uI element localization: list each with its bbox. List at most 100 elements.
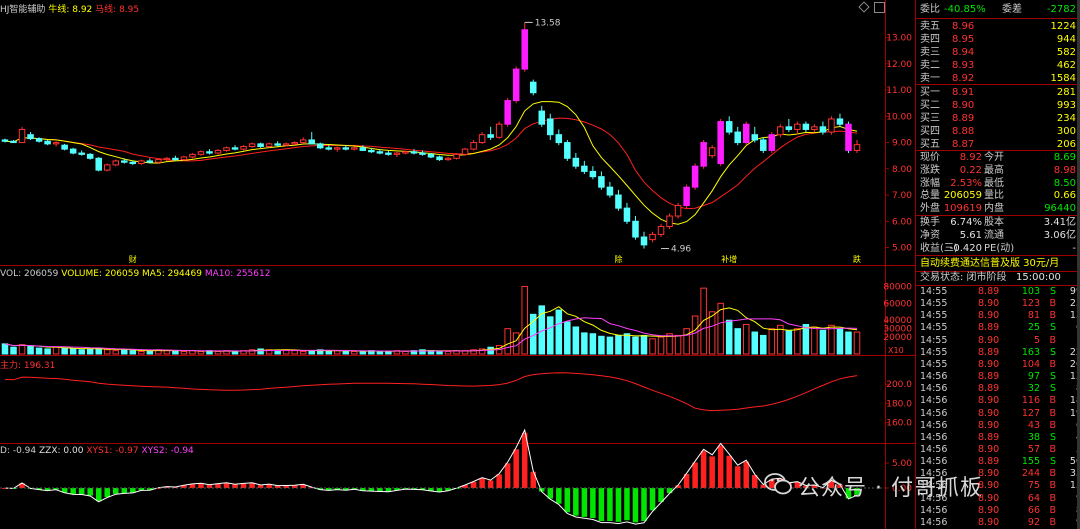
candle-body [231,147,239,150]
osc-bar [198,483,204,488]
tick-row: 14:568.8932S8 [920,383,1080,395]
stat-row: 涨跌 0.22 最高 8.98 [920,164,1076,177]
candle-body [623,207,631,222]
bid-row[interactable]: 买四 8.88 300 [920,125,1076,138]
tick-row: 14:568.9066B8 [920,505,1080,517]
bid-label: 买二 [920,100,940,111]
tick-side: S [1049,383,1056,395]
candle-body [214,149,222,154]
tick-volume: 75 [1027,480,1040,492]
candle-body [751,134,759,141]
candle-body [172,157,179,161]
xys1-value: XYS1: -0.97 [86,446,139,456]
stat-value: 206059 [943,190,982,202]
y-tick-label: 40000 [883,316,912,326]
y-tick-label: 10.00 [886,112,912,122]
candle-body [334,147,341,150]
tick-time: 14:56 [920,456,948,468]
candle-body [44,140,51,145]
tick-side: S [1049,431,1056,443]
volume-bar [742,323,750,355]
tick-time: 14:56 [920,395,948,407]
tick-side: S [1049,456,1056,468]
stat-value: 8.69 [1053,152,1076,163]
tick-price: 8.90 [978,516,1000,528]
tick-time: 14:56 [920,504,948,516]
volume-bar [828,324,835,355]
candle-body [197,151,205,155]
tick-time: 14:56 [920,443,948,455]
bid-row[interactable]: 买一 8.91 281 [920,86,1076,99]
tick-volume: 32 [1027,383,1040,395]
osc-bar [692,462,698,488]
candle-body [129,161,137,165]
bid-row[interactable]: 买二 8.90 993 [920,99,1076,112]
candle-body [564,142,571,159]
tick-time: 14:55 [920,310,948,322]
y-tick-label: 60000 [883,299,912,309]
candle-body [777,126,784,136]
candle-body [10,140,17,144]
candle-body [461,148,469,155]
candle-body [163,157,171,161]
tick-side: S [1049,371,1056,383]
osc-bar [709,456,715,488]
tick-volume: 66 [1027,504,1040,516]
ma10-value: MA10: 255612 [204,269,271,279]
tick-price: 8.90 [978,334,1000,346]
fund-value: -0.420 [949,243,982,254]
candle-body [598,176,605,188]
tick-volume: 64 [1027,492,1040,504]
stat-row: 总量 206059 量比 0.66 [920,189,1076,202]
stat-value: 0.22 [959,164,982,176]
tick-time: 14:56 [920,383,948,395]
ask-row[interactable]: 卖五 8.96 1224 [920,20,1076,33]
tick-price: 8.90 [978,358,1000,370]
candle-body [146,160,154,163]
osc-bar [556,488,562,504]
osc-bar [590,488,596,518]
candle-body [615,194,622,209]
volume-bar [564,321,571,355]
volume-bar [376,350,384,355]
candle-body [487,134,494,138]
bid-price: 8.90 [952,100,975,111]
candle-body [138,160,145,165]
tick-price: 8.90 [978,492,1000,504]
tick-time: 14:55 [920,346,948,358]
ask-row[interactable]: 卖四 8.95 944 [920,33,1076,46]
volume-bar [35,347,43,355]
fund-value: - [1072,243,1076,254]
volume-bar [623,333,631,355]
tick-side: B [1049,298,1056,310]
price-annotation: 13.58 [535,18,561,28]
candle-body [734,131,741,144]
volume-bar [274,350,281,355]
tick-volume: 92 [1027,516,1040,528]
stat-label: 外盘 [920,203,940,215]
osc-bar [615,488,622,522]
candle-body [717,121,724,165]
volume-bar [606,336,614,355]
candle-body [444,157,452,161]
candle-body [853,144,861,151]
candle-body [768,134,776,151]
fund-label: 换手 [920,217,940,228]
candle-body [649,233,656,241]
volume-bar [86,348,94,355]
osc-bar [607,488,613,521]
tick-time: 14:56 [920,431,948,443]
candle-body [836,118,844,125]
ask-row[interactable]: 卖三 8.94 582 [920,46,1076,59]
indicator-name: HJ智能辅助 [0,5,46,15]
tick-volume: 103 [1021,286,1040,297]
ask-volume: 582 [1056,47,1076,58]
volume-bar [103,349,111,355]
candle-body [206,151,213,154]
candle-body [180,156,188,161]
bid-row[interactable]: 买三 8.89 234 [920,112,1076,125]
window-square-icon[interactable] [874,2,885,13]
promo-link[interactable]: 自动续费通达信普及版 30元/月 [920,257,1076,270]
tick-time: 14:56 [920,516,948,528]
ask-row[interactable]: 卖二 8.93 462 [920,59,1076,72]
